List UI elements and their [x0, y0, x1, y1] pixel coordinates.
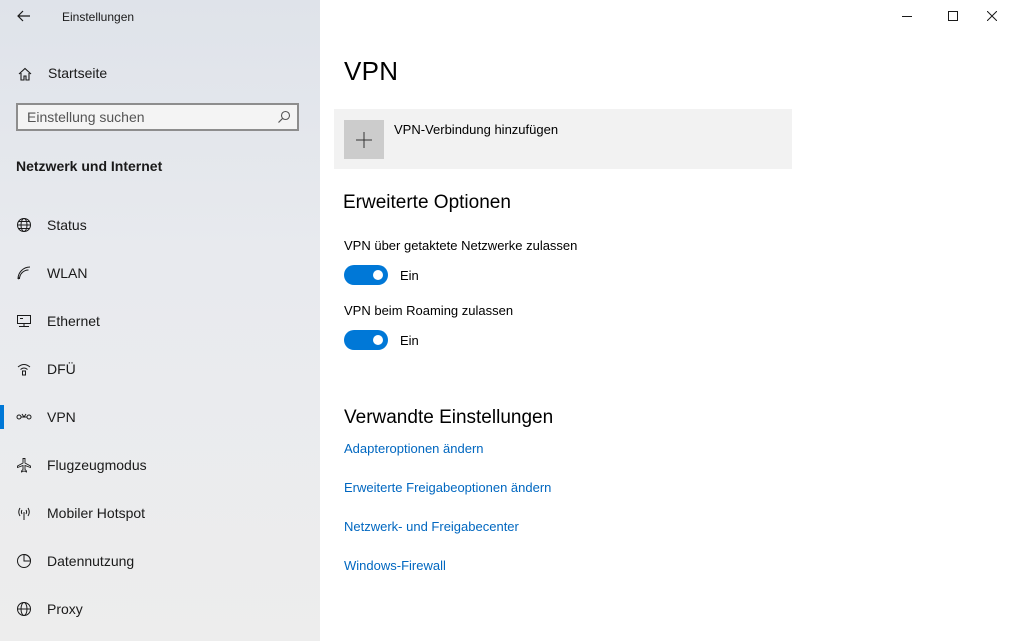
toggle-knob: [373, 335, 383, 345]
roaming-label: VPN beim Roaming zulassen: [344, 303, 514, 318]
sidebar-item-label: Proxy: [47, 601, 83, 617]
add-vpn-connection-button[interactable]: VPN-Verbindung hinzufügen: [334, 109, 792, 169]
data-usage-icon: [17, 553, 32, 568]
sidebar-item-label: WLAN: [47, 265, 88, 281]
link-advanced-sharing-options[interactable]: Erweiterte Freigabeoptionen ändern: [344, 480, 551, 495]
minimize-icon: [902, 16, 912, 17]
add-icon-box: [344, 120, 384, 159]
dialup-icon: [17, 364, 31, 376]
vpn-icon: [16, 413, 32, 420]
hotspot-icon: [18, 507, 30, 520]
related-settings-heading: Verwandte Einstellungen: [344, 407, 554, 428]
sidebar-item-label: Mobiler Hotspot: [47, 505, 146, 521]
selection-indicator: [0, 405, 4, 429]
sidebar-item-label: Flugzeugmodus: [47, 457, 147, 473]
back-button[interactable]: [10, 4, 38, 28]
search-field[interactable]: [16, 103, 299, 131]
ethernet-icon: [17, 315, 31, 327]
sidebar-item-ethernet[interactable]: Ethernet: [0, 301, 320, 341]
sidebar-item-home[interactable]: Startseite: [0, 54, 320, 92]
airplane-icon: [17, 458, 31, 473]
toggle-knob: [373, 270, 383, 280]
search-input[interactable]: [18, 106, 272, 128]
sidebar-item-vpn[interactable]: VPN: [0, 397, 320, 437]
sidebar-item-label: Startseite: [48, 65, 108, 81]
metered-networks-label: VPN über getaktete Netzwerke zulassen: [344, 238, 578, 253]
link-windows-firewall[interactable]: Windows-Firewall: [344, 558, 446, 573]
home-icon: [18, 67, 32, 81]
link-network-sharing-center[interactable]: Netzwerk- und Freigabecenter: [344, 519, 519, 534]
app-title: Einstellungen: [62, 10, 135, 24]
sidebar: Einstellungen Startseite Netzwerk und In…: [0, 0, 320, 641]
sidebar-item-label: DFÜ: [47, 361, 76, 377]
metered-networks-toggle[interactable]: [344, 265, 388, 285]
section-title: Netzwerk und Internet: [16, 158, 163, 174]
sidebar-item-proxy[interactable]: Proxy: [0, 589, 320, 629]
search-icon[interactable]: [277, 110, 291, 124]
settings-window: Einstellungen Startseite Netzwerk und In…: [0, 0, 1015, 641]
metered-networks-state: Ein: [400, 268, 419, 283]
maximize-icon: [948, 11, 958, 21]
roaming-toggle[interactable]: [344, 330, 388, 350]
sidebar-item-label: VPN: [47, 409, 76, 425]
sidebar-item-mobile-hotspot[interactable]: Mobiler Hotspot: [0, 493, 320, 533]
sidebar-item-label: Datennutzung: [47, 553, 135, 569]
sidebar-item-wlan[interactable]: WLAN: [0, 253, 320, 293]
sidebar-item-status[interactable]: Status: [0, 205, 320, 245]
sidebar-item-data-usage[interactable]: Datennutzung: [0, 541, 320, 581]
minimize-button[interactable]: [884, 0, 930, 32]
sidebar-item-airplane-mode[interactable]: Flugzeugmodus: [0, 445, 320, 485]
titlebar-left: Einstellungen: [0, 0, 320, 34]
sidebar-item-label: Ethernet: [47, 313, 100, 329]
roaming-state: Ein: [400, 333, 419, 348]
sidebar-item-label: Status: [47, 217, 87, 233]
plus-icon: [356, 131, 372, 148]
sidebar-item-dialup[interactable]: DFÜ: [0, 349, 320, 389]
close-button[interactable]: [969, 0, 1015, 32]
link-adapter-options[interactable]: Adapteroptionen ändern: [344, 441, 484, 456]
globe-icon: [17, 602, 31, 616]
globe-network-icon: [17, 218, 31, 232]
advanced-options-heading: Erweiterte Optionen: [343, 192, 511, 213]
wifi-icon: [17, 266, 31, 280]
close-icon: [987, 11, 997, 21]
add-vpn-label: VPN-Verbindung hinzufügen: [394, 122, 559, 137]
back-arrow-icon: [17, 10, 30, 22]
page-title: VPN: [344, 56, 399, 86]
